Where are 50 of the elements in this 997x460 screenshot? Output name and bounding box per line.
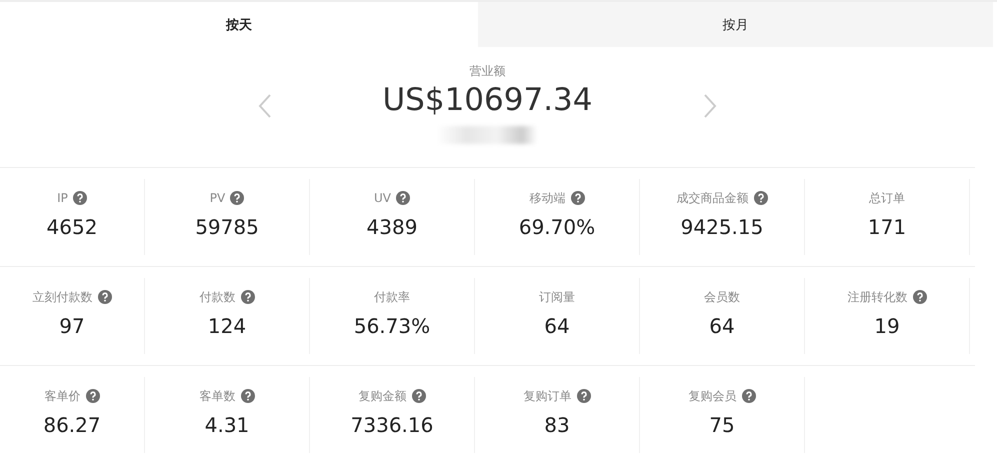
metric-value: 19 [874, 314, 900, 338]
metric-value: 59785 [195, 215, 259, 239]
help-icon[interactable] [240, 290, 254, 304]
metric-label: 付款率 [374, 288, 410, 306]
metric-value: 4.31 [204, 413, 250, 437]
help-icon[interactable] [570, 191, 584, 205]
help-icon[interactable] [396, 191, 410, 205]
metric-label: IP [57, 191, 68, 205]
metric-value: 171 [868, 215, 906, 239]
metric-label: 移动端 [530, 190, 566, 206]
help-icon[interactable] [230, 191, 244, 205]
metric-value: 9425.15 [680, 215, 764, 239]
metric-value: 83 [544, 413, 570, 437]
help-icon[interactable] [240, 389, 254, 403]
metric-label: PV [210, 191, 226, 205]
metric-value: 64 [709, 314, 735, 338]
tab[interactable]: 按月 [478, 2, 993, 47]
metric-label: 复购订单 [524, 388, 572, 404]
metric-label: 客单价 [44, 388, 80, 404]
help-icon[interactable] [412, 389, 426, 403]
metric-value: 75 [709, 413, 735, 437]
summary-label: 营业额 [469, 63, 506, 80]
metric-label: 会员数 [704, 288, 740, 306]
summary-value: US$10697.34 [382, 82, 592, 118]
metric-value: 64 [544, 314, 570, 338]
metric-label: 成交商品金额 [676, 190, 748, 206]
metric-value: 69.70% [518, 215, 596, 239]
help-icon[interactable] [912, 290, 926, 304]
help-icon[interactable] [742, 389, 756, 403]
metric-value: 86.27 [43, 413, 101, 437]
metric-value: 56.73% [354, 314, 430, 338]
metric-value: 124 [208, 314, 246, 338]
metric-label: 客单数 [200, 388, 236, 404]
help-icon[interactable] [72, 191, 87, 205]
metric-label: 订阅量 [539, 288, 575, 306]
metric-label: UV [374, 191, 391, 205]
metric-value: 4389 [366, 215, 418, 239]
metric-label: 复购金额 [358, 388, 406, 404]
help-icon[interactable] [86, 389, 100, 403]
metric-label: 付款数 [200, 288, 236, 306]
metric-value: 97 [59, 314, 85, 338]
metric-value: 4652 [46, 215, 98, 239]
help-icon[interactable] [576, 389, 590, 403]
metric-label: 复购会员 [688, 388, 736, 404]
metric-label: 立刻付款数 [32, 288, 92, 306]
metric-value: 7336.16 [350, 413, 434, 437]
metric-label: 总订单 [869, 190, 905, 206]
help-icon[interactable] [754, 191, 768, 205]
metric-label: 注册转化数 [848, 288, 908, 306]
help-icon[interactable] [98, 290, 112, 304]
